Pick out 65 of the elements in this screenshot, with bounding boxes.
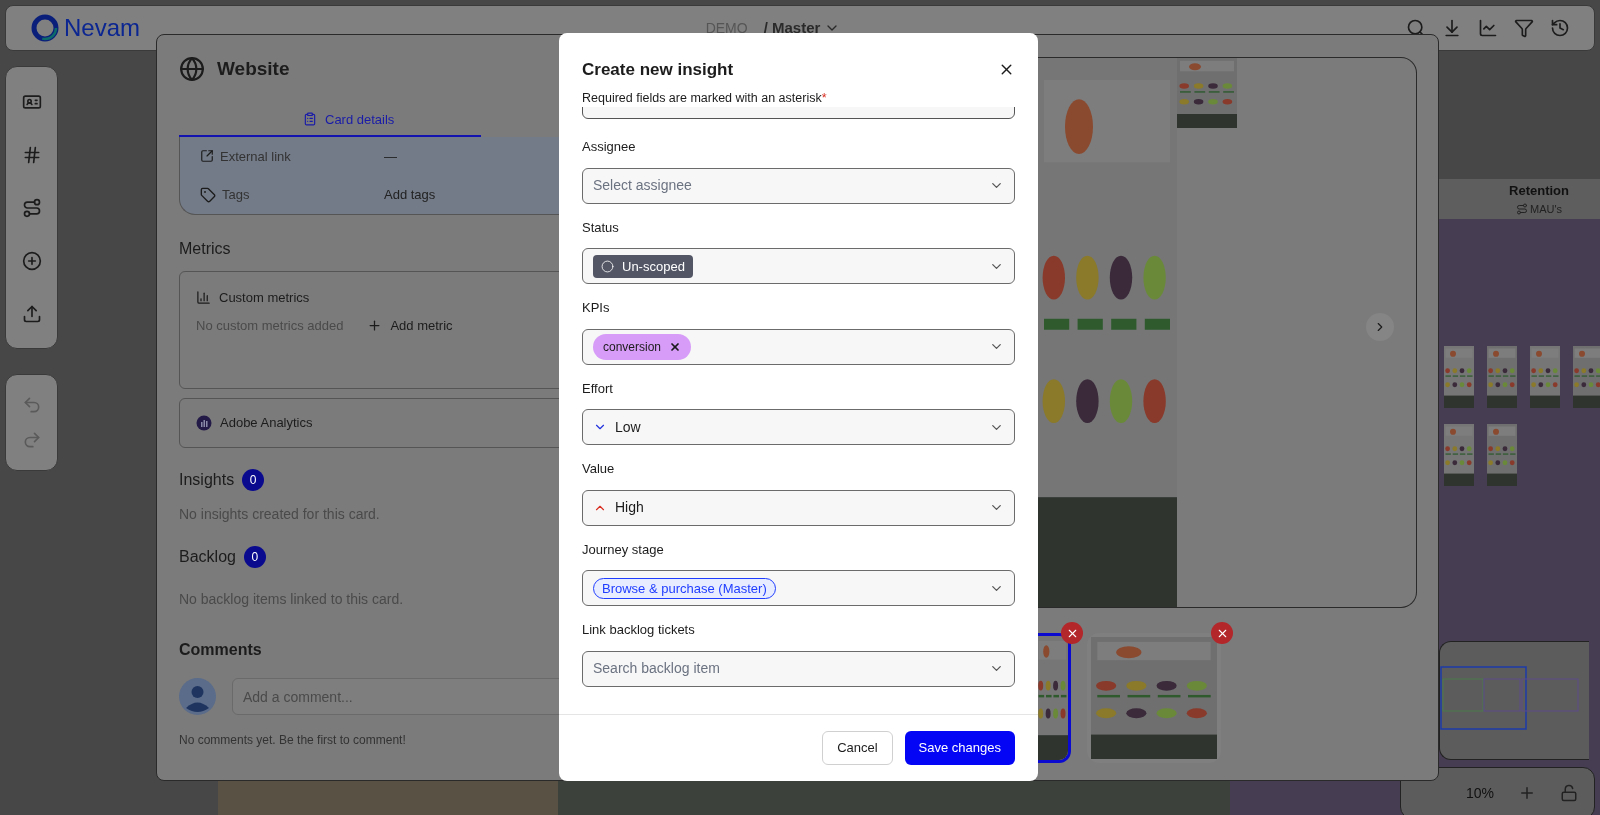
column-title: Retention: [1509, 182, 1569, 200]
zoom-level: 10%: [1465, 783, 1494, 803]
empty-text: No comments yet. Be the first to comment!: [179, 732, 406, 749]
select-field[interactable]: High: [582, 489, 1015, 526]
select-field[interactable]: Un-scoped: [582, 248, 1015, 285]
detail-label: Tags: [222, 186, 250, 204]
placeholder-text: Select assignee: [593, 176, 692, 196]
count-badge: 0: [243, 546, 266, 568]
stage-chip: Browse & purchase (Master): [593, 577, 776, 599]
select-field[interactable]: Select assignee: [582, 167, 1015, 204]
add-metric-button[interactable]: Add metric: [367, 315, 453, 335]
route-icon[interactable]: [21, 197, 42, 218]
field-value: High: [615, 498, 644, 518]
status-chip: Un-scoped: [593, 254, 693, 278]
logo-icon: [30, 13, 60, 43]
section-heading: Backlog: [179, 547, 236, 567]
field-label: Effort: [582, 379, 614, 398]
placeholder-text: Search backlog item: [593, 659, 720, 679]
filter-icon[interactable]: [1514, 18, 1534, 38]
remove-icon[interactable]: [669, 340, 682, 353]
detail-value[interactable]: Add tags: [384, 185, 436, 205]
globe-icon: [179, 56, 205, 83]
analytics-logo-icon: [196, 415, 212, 431]
history-icon[interactable]: [1550, 18, 1570, 38]
logo-text: Nevam: [64, 13, 141, 43]
section-heading: Comments: [179, 640, 262, 660]
delete-button[interactable]: [1211, 622, 1233, 644]
select-field[interactable]: conversion: [582, 328, 1015, 365]
detail-value[interactable]: —: [384, 146, 397, 166]
chart-icon[interactable]: [1478, 18, 1498, 38]
avatar-icon: [179, 678, 216, 715]
download-icon[interactable]: [1442, 18, 1462, 38]
panel-title: Website: [217, 57, 290, 81]
field-label: Status: [582, 218, 620, 237]
field-label: Journey stage: [582, 540, 665, 559]
cancel-button[interactable]: Cancel: [822, 731, 893, 765]
kpi-tag: conversion: [593, 333, 692, 360]
select-field[interactable]: Browse & purchase (Master): [582, 570, 1015, 607]
list-icon: [303, 112, 317, 127]
dialog-title: Create new insight: [582, 59, 734, 81]
search-field[interactable]: Search backlog item: [582, 650, 1015, 687]
card-title: Custom metrics: [219, 289, 310, 307]
field-label: Assignee: [582, 138, 637, 157]
field-label: Link backlog tickets: [582, 621, 696, 640]
lock-icon[interactable]: [1560, 784, 1578, 802]
add-icon[interactable]: [21, 250, 42, 271]
upload-icon[interactable]: [21, 303, 42, 324]
field-label: KPIs: [582, 299, 611, 318]
save-button[interactable]: Save changes: [904, 731, 1015, 765]
circle-icon: [601, 259, 614, 273]
delete-button[interactable]: [1061, 622, 1083, 644]
section-heading: Metrics: [179, 239, 231, 259]
column-metric: MAU's: [1529, 201, 1562, 217]
count-badge: 0: [242, 469, 265, 491]
bar-chart-icon: [196, 290, 211, 306]
section-heading: Insights: [179, 470, 235, 490]
integration-name: Adobe Analytics: [220, 414, 313, 433]
select-field[interactable]: Low: [582, 409, 1015, 446]
field-value: Low: [615, 417, 641, 437]
detail-label: External link: [220, 147, 291, 166]
tag-icon: [200, 186, 216, 203]
link-icon: [200, 149, 214, 164]
plus-icon: [367, 317, 383, 333]
required-note: Required fields are marked with an asterisk*: [582, 89, 828, 107]
field-label: Value: [582, 460, 616, 479]
